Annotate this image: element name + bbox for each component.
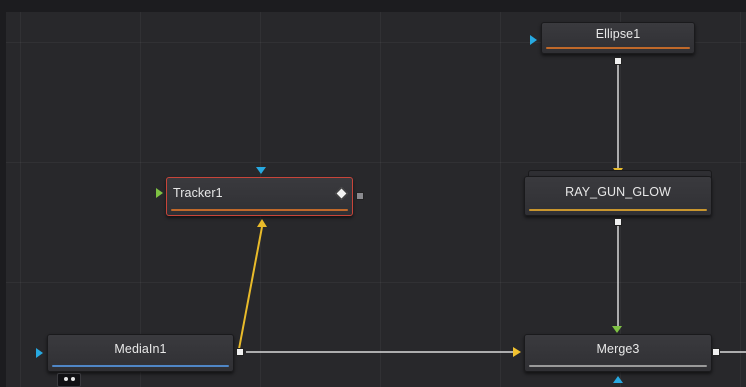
ellipse1-output-port[interactable] [614,57,622,65]
node-mediain1[interactable]: MediaIn1 [47,334,234,372]
merge3-foreground-input-icon[interactable] [513,347,521,357]
merge3-label: Merge3 [596,342,640,356]
ellipse1-mask-input-icon[interactable] [530,35,537,45]
ellipse1-label: Ellipse1 [595,27,641,41]
ray-gun-glow-label: RAY_GUN_GLOW [565,185,671,199]
tracker1-label: Tracker1 [173,185,223,200]
view-dots-icon[interactable] [57,373,81,387]
tracker1-effect-input-icon[interactable] [156,188,163,198]
mediain1-label: MediaIn1 [114,342,167,356]
tracker1-foreground-input-icon[interactable] [257,219,267,227]
tracker1-background-input-icon[interactable] [256,167,266,174]
mediain1-type-bar [52,365,229,367]
merge3-output-port[interactable] [712,348,720,356]
wire-mediain-to-tracker[interactable] [238,226,263,350]
merge3-background-input-icon[interactable] [613,376,623,383]
tracker1-type-bar [171,209,348,211]
node-ray-gun-glow[interactable]: RAY_GUN_GLOW [524,176,712,216]
ray-gun-glow-output-port[interactable] [614,218,622,226]
merge3-type-bar [529,365,707,367]
node-ellipse1[interactable]: Ellipse1 [541,22,695,54]
tracker1-output-port[interactable] [356,192,364,200]
mediain1-output-port[interactable] [236,348,244,356]
ellipse1-type-bar [546,47,690,49]
ray-gun-glow-type-bar [529,209,707,211]
merge3-effect-input-icon[interactable] [612,326,622,333]
node-editor-canvas[interactable]: Ellipse1 Tracker1 RAY_GUN_GLOW MediaIn1 … [6,12,746,387]
node-tracker1[interactable]: Tracker1 [166,177,353,216]
mediain1-input-icon[interactable] [36,348,43,358]
node-merge3[interactable]: Merge3 [524,334,712,372]
